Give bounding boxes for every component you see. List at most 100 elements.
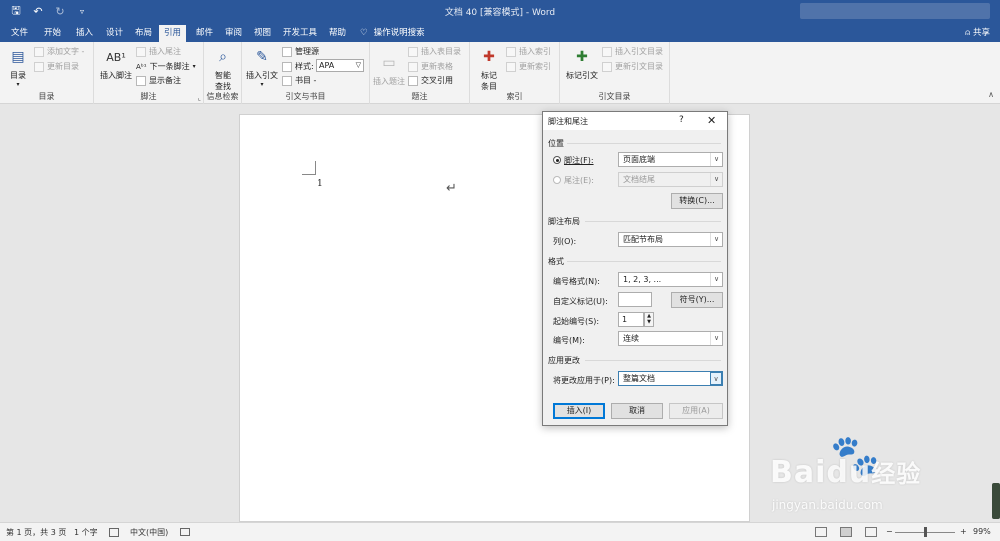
share-label: 共享: [972, 28, 990, 38]
endnotes-location-select[interactable]: 文档结尾 ∨: [618, 172, 723, 187]
cross-reference-icon: [408, 75, 418, 86]
insert-citation-label: 插入引文: [246, 71, 278, 80]
divider: [585, 360, 721, 361]
number-format-label: 编号格式(N):: [553, 277, 600, 286]
smart-lookup-button[interactable]: ⌕ 智能 查找: [207, 46, 239, 92]
macro-icon[interactable]: [180, 528, 190, 536]
update-index-button[interactable]: 更新索引: [506, 61, 551, 72]
chevron-down-icon: ∨: [710, 233, 722, 246]
zoom-in-button[interactable]: +: [960, 527, 967, 536]
divider: [567, 261, 721, 262]
insert-endnote-label: 插入尾注: [149, 47, 181, 56]
symbol-button[interactable]: 符号(Y)...: [671, 292, 723, 308]
chevron-down-icon: ∨: [710, 153, 722, 166]
layout-heading: 脚注布局: [548, 217, 580, 226]
update-toc-label: 更新目录: [47, 62, 79, 71]
add-text-button[interactable]: 添加文字 -: [34, 46, 84, 57]
tab-references[interactable]: 引用: [159, 25, 187, 42]
tab-home[interactable]: 开始: [39, 25, 66, 42]
insert-button[interactable]: 插入(I): [553, 403, 605, 419]
print-layout-icon[interactable]: [840, 527, 852, 537]
footnotes-label[interactable]: 脚注(F):: [564, 155, 594, 166]
language[interactable]: 中文(中国): [130, 527, 168, 538]
cross-reference-button[interactable]: 交叉引用: [408, 75, 453, 86]
page-count[interactable]: 第 1 页，共 3 页: [6, 527, 66, 538]
bibliography-button[interactable]: 书目 -: [282, 75, 316, 86]
chevron-down-icon: ▽: [355, 61, 361, 69]
start-at-spinner[interactable]: ▲ ▼: [644, 312, 654, 327]
insert-endnote-button[interactable]: 插入尾注: [136, 46, 181, 57]
endnotes-radio[interactable]: [553, 176, 561, 184]
tab-file[interactable]: 文件: [6, 25, 33, 42]
zoom-slider-thumb[interactable]: [924, 527, 927, 537]
help-button[interactable]: ?: [679, 115, 684, 125]
mark-citation-label: 标记引文: [566, 71, 598, 80]
tab-review[interactable]: 审阅: [220, 25, 247, 42]
manage-sources-icon: [282, 46, 292, 57]
columns-value: 匹配节布局: [623, 235, 663, 244]
mark-citation-button[interactable]: ✚ 标记引文: [563, 46, 601, 81]
tab-view[interactable]: 视图: [249, 25, 276, 42]
update-toa-button[interactable]: 更新引文目录: [602, 61, 663, 72]
insert-footnote-button[interactable]: AB¹ 插入脚注: [98, 46, 134, 81]
custom-mark-input[interactable]: [618, 292, 652, 307]
tab-help[interactable]: 帮助: [324, 25, 351, 42]
zoom-level[interactable]: 99%: [973, 527, 991, 536]
columns-select[interactable]: 匹配节布局 ∨: [618, 232, 723, 247]
number-format-select[interactable]: 1, 2, 3, ... ∨: [618, 272, 723, 287]
tab-insert[interactable]: 插入: [71, 25, 98, 42]
footnote-icon: AB¹: [106, 50, 126, 64]
update-table-label: 更新表格: [421, 62, 453, 71]
footnotes-location-select[interactable]: 页面底端 ∨: [618, 152, 723, 167]
tab-design[interactable]: 设计: [101, 25, 128, 42]
footnotes-radio[interactable]: [553, 156, 561, 164]
insert-toa-button[interactable]: 插入引文目录: [602, 46, 663, 57]
convert-button[interactable]: 转换(C)...: [671, 193, 723, 209]
show-notes-button[interactable]: 显示备注: [136, 75, 181, 86]
update-table-button[interactable]: 更新表格: [408, 61, 453, 72]
insert-footnote-label: 插入脚注: [100, 71, 132, 80]
update-toa-label: 更新引文目录: [615, 62, 663, 71]
mark-entry-label-1: 标记: [481, 71, 497, 80]
insert-index-button[interactable]: 插入索引: [506, 46, 551, 57]
toc-button[interactable]: ▤ 目录 ▾: [4, 46, 32, 88]
proofing-icon[interactable]: [109, 528, 119, 537]
close-button[interactable]: ✕: [707, 114, 716, 127]
insert-caption-button[interactable]: ▭ 插入题注: [373, 52, 405, 87]
next-footnote-button[interactable]: Aᵇ¹ 下一条脚注 ▾: [136, 61, 196, 72]
tab-mailings[interactable]: 邮件: [191, 25, 218, 42]
cancel-button[interactable]: 取消: [611, 403, 663, 419]
insert-toa-icon: [602, 46, 612, 57]
style-label-text: 样式:: [295, 62, 314, 71]
zoom-out-button[interactable]: −: [886, 527, 893, 536]
apply-button[interactable]: 应用(A): [669, 403, 723, 419]
tell-me-label: 操作说明搜索: [373, 28, 425, 38]
insert-table-of-figures-button[interactable]: 插入表目录: [408, 46, 461, 57]
next-footnote-label: 下一条脚注: [149, 62, 190, 71]
endnotes-label[interactable]: 尾注(E):: [564, 175, 594, 186]
citation-style-value: APA: [319, 61, 335, 70]
insert-citation-button[interactable]: ✎ 插入引文 ▾: [245, 46, 279, 88]
tab-layout[interactable]: 布局: [130, 25, 157, 42]
dialog-launcher-icon[interactable]: ⌞: [198, 94, 201, 102]
mark-entry-button[interactable]: ✚ 标记 条目: [473, 46, 505, 92]
share-button[interactable]: ⍝ 共享: [965, 25, 990, 42]
numbering-select[interactable]: 连续 ∨: [618, 331, 723, 346]
manage-sources-button[interactable]: 管理源: [282, 46, 319, 57]
window-controls[interactable]: [800, 3, 990, 19]
collapse-ribbon-icon[interactable]: ∧: [988, 90, 994, 99]
tell-me-search[interactable]: ♡ 操作说明搜索: [360, 25, 425, 42]
web-layout-icon[interactable]: [865, 527, 877, 537]
read-mode-icon[interactable]: [815, 527, 827, 537]
tab-developer[interactable]: 开发工具: [278, 25, 322, 42]
update-toa-icon: [602, 61, 612, 72]
start-at-input[interactable]: 1: [618, 312, 644, 327]
update-index-icon: [506, 61, 516, 72]
endnote-icon: [136, 46, 146, 57]
toc-icon: ▤: [11, 49, 25, 65]
footnote-endnote-dialog: 脚注和尾注 ? ✕ 位置 脚注(F): 页面底端 ∨ 尾注(E): 文档结尾 ∨…: [542, 111, 728, 426]
apply-to-select[interactable]: 整篇文档 ∨: [618, 371, 723, 386]
word-count[interactable]: 1 个字: [74, 527, 98, 538]
update-toc-button[interactable]: 更新目录: [34, 61, 79, 72]
citation-style-select[interactable]: APA ▽: [316, 59, 364, 72]
